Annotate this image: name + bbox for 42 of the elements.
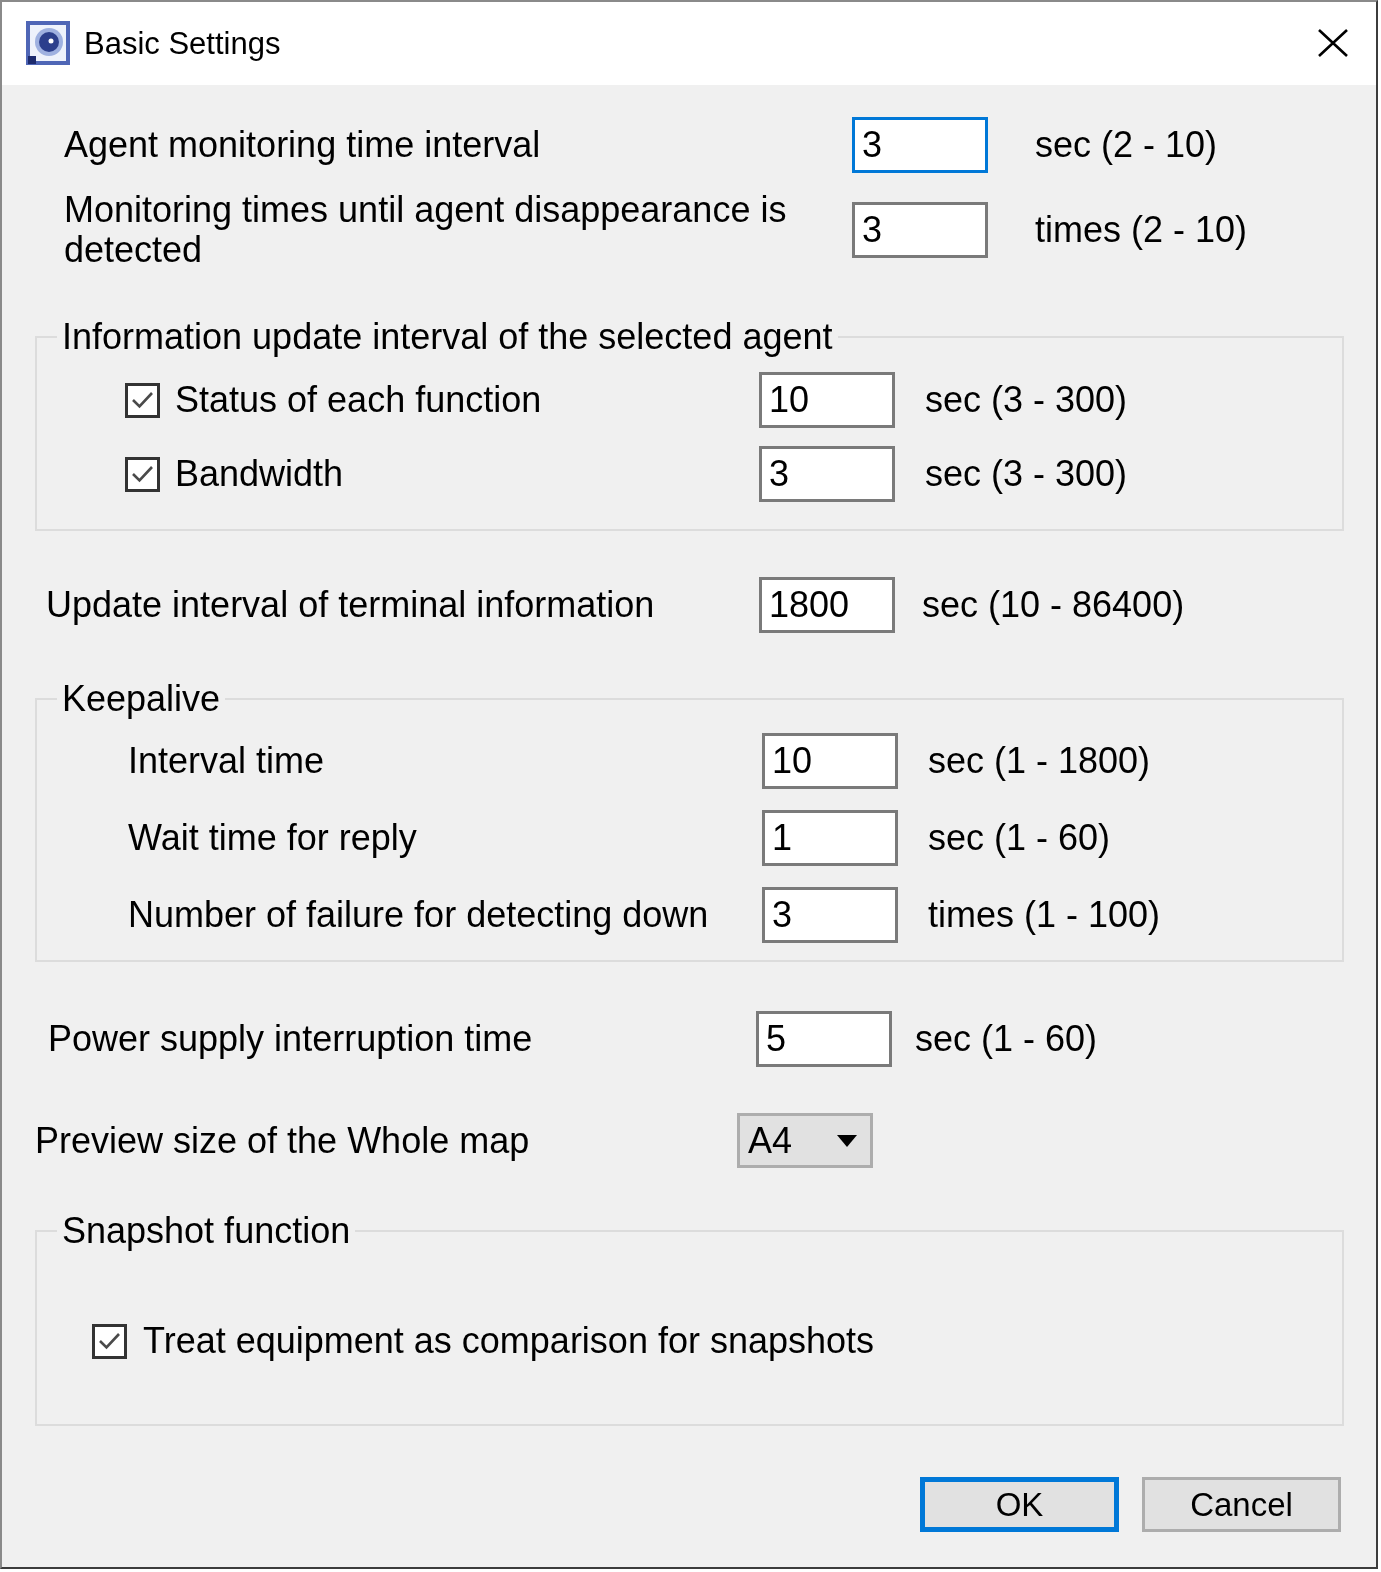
text-field[interactable]: 5 (756, 1011, 892, 1067)
text-field[interactable]: 10 (759, 372, 895, 428)
text-field[interactable]: 1 (762, 810, 898, 866)
unit-label: sec (3 - 300) (925, 454, 1129, 494)
group-title: Keepalive (61, 679, 222, 719)
caret-icon (837, 1134, 857, 1147)
checkbox[interactable] (125, 456, 160, 492)
unit-label: sec (10 - 86400) (922, 585, 1186, 625)
group-title: Information update interval of the selected agent (61, 317, 834, 357)
checkbox-label[interactable]: Treat equipment as comparison for snapshots (143, 1321, 875, 1361)
unit-label: sec (2 - 10) (1035, 125, 1219, 165)
setting-label: Number of failure for detecting down (128, 895, 710, 935)
checkbox-label[interactable]: Bandwidth (175, 454, 344, 494)
setting-label: Agent monitoring time interval (64, 125, 542, 165)
dropdown[interactable]: A4 (737, 1113, 873, 1168)
group-title: Snapshot function (61, 1211, 352, 1251)
setting-label: Interval time (128, 741, 326, 781)
setting-label: Preview size of the Whole map (35, 1120, 531, 1161)
setting-label: Power supply interruption time (48, 1019, 534, 1059)
checkbox[interactable] (92, 1323, 127, 1359)
setting-label: Update interval of terminal information (46, 585, 656, 625)
unit-label: times (2 - 10) (1035, 210, 1249, 250)
text-field[interactable]: 3 (852, 117, 988, 173)
unit-label: sec (1 - 60) (928, 818, 1112, 858)
text-field[interactable]: 3 (852, 202, 988, 258)
setting-label: Monitoring times until agent disappearance is detected (64, 190, 788, 270)
unit-label: times (1 - 100) (928, 895, 1162, 935)
unit-label: sec (3 - 300) (925, 380, 1129, 420)
close-button[interactable] (1318, 28, 1348, 57)
checkbox-label[interactable]: Status of each function (175, 380, 542, 420)
close-icon (1318, 28, 1348, 57)
setting-label: Wait time for reply (128, 818, 418, 858)
unit-label: sec (1 - 1800) (928, 741, 1152, 781)
ok-button[interactable]: OK (920, 1477, 1119, 1532)
cancel-button[interactable]: Cancel (1142, 1477, 1341, 1532)
text-field[interactable]: 1800 (759, 577, 895, 633)
text-field[interactable]: 10 (762, 733, 898, 789)
text-field[interactable]: 3 (762, 887, 898, 943)
checkbox[interactable] (125, 382, 160, 418)
window-title: Basic Settings (84, 24, 282, 63)
text-field[interactable]: 3 (759, 446, 895, 502)
unit-label: sec (1 - 60) (915, 1019, 1099, 1059)
